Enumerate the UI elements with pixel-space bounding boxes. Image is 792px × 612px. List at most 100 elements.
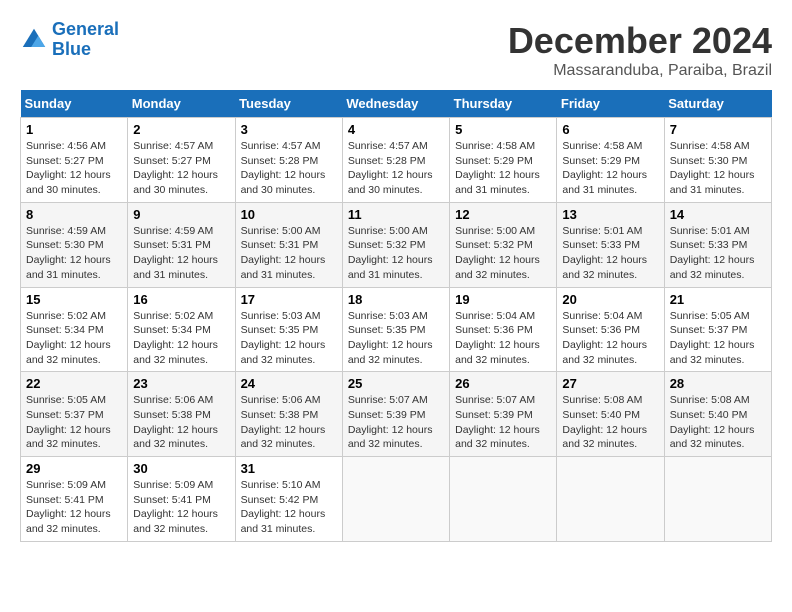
calendar-cell: 29 Sunrise: 5:09 AMSunset: 5:41 PMDayligh… xyxy=(21,457,128,542)
day-info: Sunrise: 5:07 AMSunset: 5:39 PMDaylight:… xyxy=(455,394,540,450)
day-info: Sunrise: 5:03 AMSunset: 5:35 PMDaylight:… xyxy=(348,310,433,366)
calendar-cell: 14Sunrise: 5:01 AMSunset: 5:33 PMDayligh… xyxy=(664,202,771,287)
header-wednesday: Wednesday xyxy=(342,90,449,118)
day-info: Sunrise: 5:08 AMSunset: 5:40 PMDaylight:… xyxy=(670,394,755,450)
day-number: 7 xyxy=(670,122,766,137)
calendar-cell: 22 Sunrise: 5:05 AMSunset: 5:37 PMDayligh… xyxy=(21,372,128,457)
day-number: 9 xyxy=(133,207,229,222)
day-info: Sunrise: 4:58 AMSunset: 5:29 PMDaylight:… xyxy=(455,140,540,196)
day-number: 2 xyxy=(133,122,229,137)
day-number: 30 xyxy=(133,461,229,476)
day-number: 11 xyxy=(348,207,444,222)
day-info: Sunrise: 5:09 AMSunset: 5:41 PMDaylight:… xyxy=(133,479,218,535)
header-sunday: Sunday xyxy=(21,90,128,118)
day-number: 25 xyxy=(348,376,444,391)
day-info: Sunrise: 5:01 AMSunset: 5:33 PMDaylight:… xyxy=(670,225,755,281)
calendar-cell: 31 Sunrise: 5:10 AMSunset: 5:42 PMDayligh… xyxy=(235,457,342,542)
calendar-cell: 12 Sunrise: 5:00 AMSunset: 5:32 PMDayligh… xyxy=(450,202,557,287)
day-info: Sunrise: 4:59 AMSunset: 5:31 PMDaylight:… xyxy=(133,225,218,281)
day-info: Sunrise: 5:01 AMSunset: 5:33 PMDaylight:… xyxy=(562,225,647,281)
logo-icon xyxy=(20,26,48,54)
week-row-2: 8Sunrise: 4:59 AMSunset: 5:30 PMDaylight… xyxy=(21,202,772,287)
day-info: Sunrise: 5:03 AMSunset: 5:35 PMDaylight:… xyxy=(241,310,326,366)
week-row-4: 22 Sunrise: 5:05 AMSunset: 5:37 PMDayligh… xyxy=(21,372,772,457)
day-number: 8 xyxy=(26,207,122,222)
day-number: 16 xyxy=(133,292,229,307)
day-number: 28 xyxy=(670,376,766,391)
calendar-cell: 5Sunrise: 4:58 AMSunset: 5:29 PMDaylight… xyxy=(450,118,557,203)
day-info: Sunrise: 5:08 AMSunset: 5:40 PMDaylight:… xyxy=(562,394,647,450)
calendar-cell: 15Sunrise: 5:02 AMSunset: 5:34 PMDayligh… xyxy=(21,287,128,372)
day-number: 29 xyxy=(26,461,122,476)
day-number: 22 xyxy=(26,376,122,391)
header-saturday: Saturday xyxy=(664,90,771,118)
calendar-cell: 23Sunrise: 5:06 AMSunset: 5:38 PMDayligh… xyxy=(128,372,235,457)
calendar-cell: 25 Sunrise: 5:07 AMSunset: 5:39 PMDayligh… xyxy=(342,372,449,457)
day-number: 20 xyxy=(562,292,658,307)
day-info: Sunrise: 5:10 AMSunset: 5:42 PMDaylight:… xyxy=(241,479,326,535)
header-monday: Monday xyxy=(128,90,235,118)
week-row-3: 15 Sunrise: 5:02 AMSunset: 5:34 PMDayligh… xyxy=(21,287,772,372)
calendar-cell: 18 Sunrise: 5:03 AMSunset: 5:35 PMDayligh… xyxy=(342,287,449,372)
calendar-cell: 10 Sunrise: 5:00 AMSunset: 5:31 PMDayligh… xyxy=(235,202,342,287)
week-row-5: 29 Sunrise: 5:09 AMSunset: 5:41 PMDayligh… xyxy=(21,457,772,542)
calendar-cell: 30 Sunrise: 5:09 AMSunset: 5:41 PMDayligh… xyxy=(128,457,235,542)
day-number: 12 xyxy=(455,207,551,222)
day-info: Sunrise: 5:05 AMSunset: 5:37 PMDaylight:… xyxy=(26,394,111,450)
day-info: Sunrise: 5:02 AMSunset: 5:34 PMDaylight:… xyxy=(133,310,218,366)
day-number: 3 xyxy=(241,122,337,137)
calendar-cell: 11Sunrise: 5:00 AMSunset: 5:32 PMDayligh… xyxy=(342,202,449,287)
day-number: 15 xyxy=(26,292,122,307)
calendar-cell: 28 Sunrise: 5:08 AMSunset: 5:40 PMDayligh… xyxy=(664,372,771,457)
calendar-cell: 6Sunrise: 4:58 AMSunset: 5:29 PMDaylight… xyxy=(557,118,664,203)
day-info: Sunrise: 5:06 AMSunset: 5:38 PMDaylight:… xyxy=(133,394,218,450)
day-number: 21 xyxy=(670,292,766,307)
calendar-cell: 8Sunrise: 4:59 AMSunset: 5:30 PMDaylight… xyxy=(21,202,128,287)
calendar-cell: 20 Sunrise: 5:04 AMSunset: 5:36 PMDayligh… xyxy=(557,287,664,372)
calendar-cell: 27 Sunrise: 5:08 AMSunset: 5:40 PMDayligh… xyxy=(557,372,664,457)
week-row-1: 1 Sunrise: 4:56 AMSunset: 5:27 PMDaylight… xyxy=(21,118,772,203)
logo: General Blue xyxy=(20,20,119,60)
header-friday: Friday xyxy=(557,90,664,118)
calendar-cell: 7 Sunrise: 4:58 AMSunset: 5:30 PMDaylight… xyxy=(664,118,771,203)
logo-line2: Blue xyxy=(52,39,91,59)
calendar-cell: 2Sunrise: 4:57 AMSunset: 5:27 PMDaylight… xyxy=(128,118,235,203)
header-row: SundayMondayTuesdayWednesdayThursdayFrid… xyxy=(21,90,772,118)
calendar-cell: 16 Sunrise: 5:02 AMSunset: 5:34 PMDayligh… xyxy=(128,287,235,372)
day-number: 13 xyxy=(562,207,658,222)
calendar-cell: 3 Sunrise: 4:57 AMSunset: 5:28 PMDaylight… xyxy=(235,118,342,203)
title-area: December 2024 Massaranduba, Paraiba, Bra… xyxy=(508,20,772,80)
page-header: General Blue December 2024 Massaranduba,… xyxy=(20,20,772,80)
day-number: 1 xyxy=(26,122,122,137)
day-info: Sunrise: 4:56 AMSunset: 5:27 PMDaylight:… xyxy=(26,140,111,196)
day-number: 17 xyxy=(241,292,337,307)
day-info: Sunrise: 5:06 AMSunset: 5:38 PMDaylight:… xyxy=(241,394,326,450)
calendar-cell: 4Sunrise: 4:57 AMSunset: 5:28 PMDaylight… xyxy=(342,118,449,203)
calendar-cell: 9 Sunrise: 4:59 AMSunset: 5:31 PMDaylight… xyxy=(128,202,235,287)
day-info: Sunrise: 5:04 AMSunset: 5:36 PMDaylight:… xyxy=(455,310,540,366)
day-number: 10 xyxy=(241,207,337,222)
day-info: Sunrise: 5:00 AMSunset: 5:31 PMDaylight:… xyxy=(241,225,326,281)
day-info: Sunrise: 4:57 AMSunset: 5:28 PMDaylight:… xyxy=(348,140,433,196)
month-title: December 2024 xyxy=(508,20,772,62)
day-number: 27 xyxy=(562,376,658,391)
calendar-table: SundayMondayTuesdayWednesdayThursdayFrid… xyxy=(20,90,772,542)
day-number: 26 xyxy=(455,376,551,391)
day-info: Sunrise: 4:58 AMSunset: 5:29 PMDaylight:… xyxy=(562,140,647,196)
calendar-cell: 1 Sunrise: 4:56 AMSunset: 5:27 PMDaylight… xyxy=(21,118,128,203)
day-info: Sunrise: 5:00 AMSunset: 5:32 PMDaylight:… xyxy=(455,225,540,281)
calendar-cell: 19Sunrise: 5:04 AMSunset: 5:36 PMDayligh… xyxy=(450,287,557,372)
day-info: Sunrise: 5:04 AMSunset: 5:36 PMDaylight:… xyxy=(562,310,647,366)
day-info: Sunrise: 5:07 AMSunset: 5:39 PMDaylight:… xyxy=(348,394,433,450)
calendar-cell xyxy=(342,457,449,542)
day-info: Sunrise: 4:58 AMSunset: 5:30 PMDaylight:… xyxy=(670,140,755,196)
day-info: Sunrise: 5:09 AMSunset: 5:41 PMDaylight:… xyxy=(26,479,111,535)
calendar-cell xyxy=(450,457,557,542)
day-info: Sunrise: 5:05 AMSunset: 5:37 PMDaylight:… xyxy=(670,310,755,366)
header-tuesday: Tuesday xyxy=(235,90,342,118)
calendar-cell xyxy=(557,457,664,542)
day-info: Sunrise: 4:57 AMSunset: 5:28 PMDaylight:… xyxy=(241,140,326,196)
location-subtitle: Massaranduba, Paraiba, Brazil xyxy=(508,62,772,80)
day-number: 31 xyxy=(241,461,337,476)
day-number: 18 xyxy=(348,292,444,307)
